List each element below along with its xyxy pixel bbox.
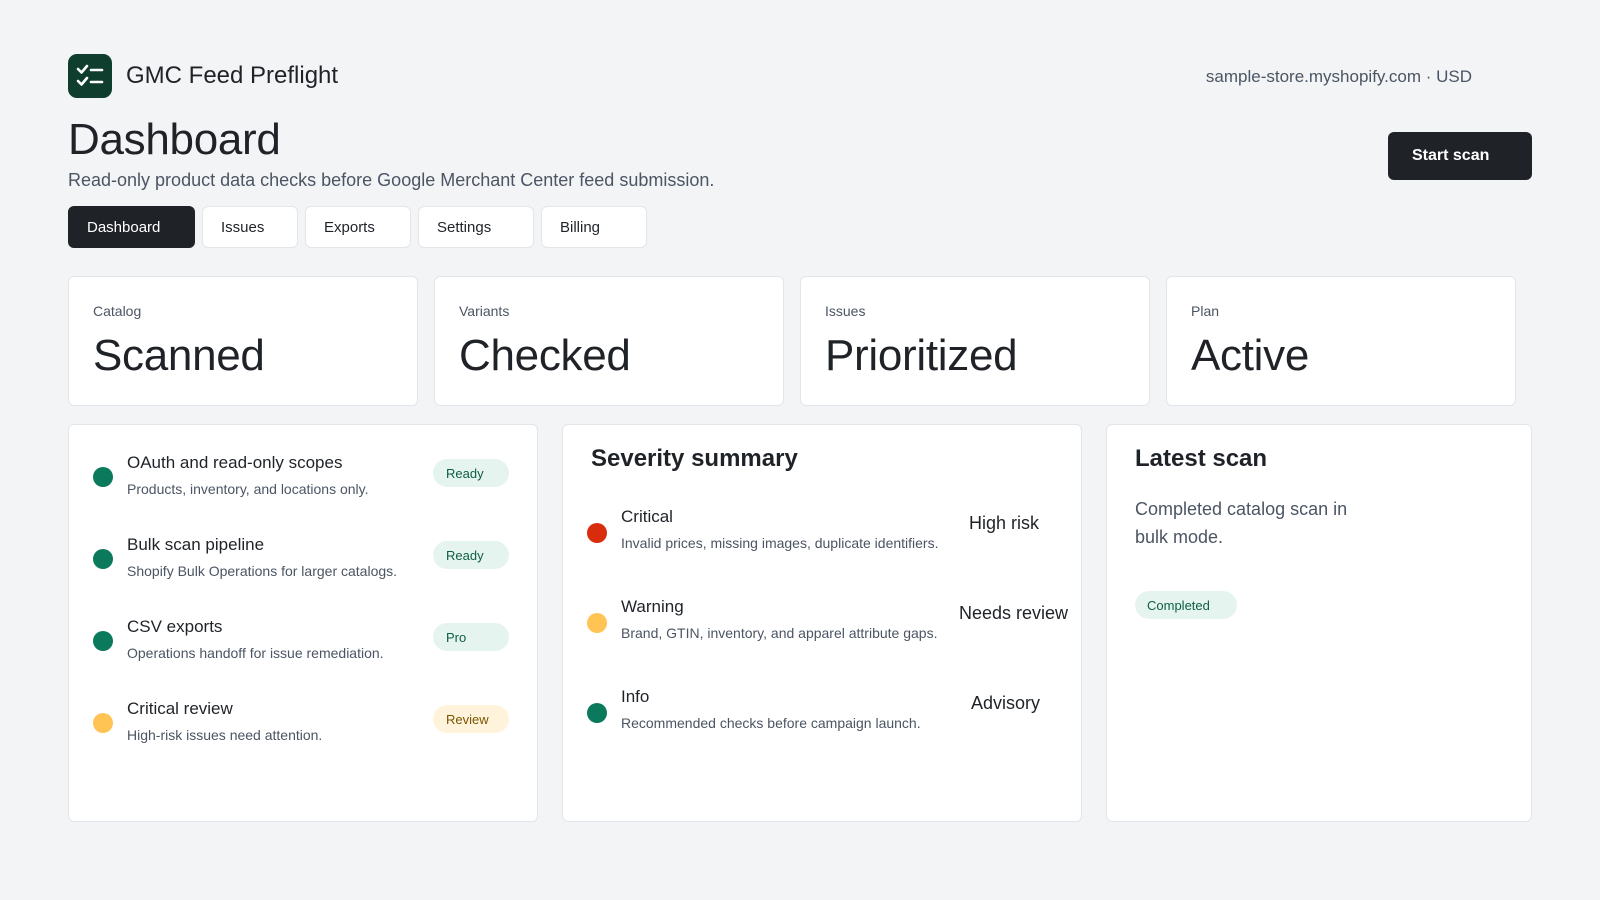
stat-label: Issues: [825, 303, 866, 319]
item-title: Warning: [621, 597, 684, 616]
item-description: Invalid prices, missing images, duplicat…: [621, 535, 939, 551]
status-badge: Ready: [433, 541, 509, 569]
stat-card-issues: Issues Prioritized: [800, 276, 1150, 406]
risk-label: Needs review: [959, 603, 1069, 623]
stat-label: Catalog: [93, 303, 142, 319]
item-title: OAuth and read-only scopes: [127, 453, 343, 472]
tab-dashboard[interactable]: Dashboard: [68, 206, 195, 248]
severity-summary-panel: Severity summary Critical Invalid prices…: [562, 424, 1082, 822]
risk-label: High risk: [969, 513, 1040, 533]
setup-checklist-panel: OAuth and read-only scopes Products, inv…: [68, 424, 538, 822]
list-item: Critical review High-risk issues need at…: [93, 699, 517, 759]
stats-row: Catalog Scanned Variants Checked Issues …: [68, 276, 1516, 406]
stat-value: Active: [1191, 331, 1310, 380]
item-title: Critical: [621, 507, 673, 526]
start-scan-button[interactable]: Start scan: [1388, 132, 1532, 180]
severity-row: Info Recommended checks before campaign …: [587, 687, 1067, 747]
status-badge: Review: [433, 705, 509, 733]
item-title: Bulk scan pipeline: [127, 535, 265, 554]
stat-card-plan: Plan Active: [1166, 276, 1516, 406]
page-title: Dashboard: [68, 115, 281, 164]
stat-value: Prioritized: [825, 331, 1018, 380]
brand: GMC Feed Preflight: [68, 54, 338, 98]
severity-row: Critical Invalid prices, missing images,…: [587, 507, 1067, 567]
stat-label: Plan: [1191, 303, 1220, 319]
item-title: Critical review: [127, 699, 233, 718]
tab-issues[interactable]: Issues: [202, 206, 298, 248]
stat-value: Scanned: [93, 331, 265, 380]
list-item: OAuth and read-only scopes Products, inv…: [93, 453, 517, 513]
tab-bar: Dashboard Issues Exports Settings Billin…: [68, 206, 647, 248]
status-dot: [93, 713, 113, 733]
status-badge: Ready: [433, 459, 509, 487]
item-description: Products, inventory, and locations only.: [127, 481, 369, 497]
stat-card-catalog: Catalog Scanned: [68, 276, 418, 406]
item-description: Brand, GTIN, inventory, and apparel attr…: [621, 625, 938, 641]
app-name: GMC Feed Preflight: [126, 62, 339, 89]
item-description: Operations handoff for issue remediation…: [127, 645, 384, 661]
severity-row: Warning Brand, GTIN, inventory, and appa…: [587, 597, 1069, 657]
status-dot: [587, 613, 607, 633]
page-subtitle: Read-only product data checks before Goo…: [68, 170, 715, 190]
list-item: Bulk scan pipeline Shopify Bulk Operatio…: [93, 535, 517, 595]
item-description: Shopify Bulk Operations for larger catal…: [127, 563, 398, 579]
tab-exports[interactable]: Exports: [305, 206, 411, 248]
status-dot: [587, 703, 607, 723]
tab-billing[interactable]: Billing: [541, 206, 647, 248]
item-title: CSV exports: [127, 617, 223, 636]
latest-scan-panel: Latest scan Completed catalog scan in bu…: [1106, 424, 1532, 822]
item-title: Info: [621, 687, 650, 706]
status-dot: [93, 467, 113, 487]
stat-card-variants: Variants Checked: [434, 276, 784, 406]
stat-label: Variants: [459, 303, 510, 319]
latest-scan-text: Completed catalog scan in bulk mode.: [1135, 499, 1348, 547]
list-item: CSV exports Operations handoff for issue…: [93, 617, 517, 677]
status-badge: Completed: [1135, 591, 1237, 619]
status-badge: Pro: [433, 623, 509, 651]
status-dot: [587, 523, 607, 543]
app-shell: GMC Feed Preflight sample-store.myshopif…: [68, 0, 1532, 900]
panel-heading: Severity summary: [591, 445, 798, 472]
risk-label: Advisory: [971, 693, 1041, 713]
store-info: sample-store.myshopify.com · USD: [1205, 67, 1472, 86]
panel-heading: Latest scan: [1135, 445, 1268, 472]
checklist-icon: [68, 54, 112, 98]
tab-settings[interactable]: Settings: [418, 206, 534, 248]
status-dot: [93, 631, 113, 651]
item-description: High-risk issues need attention.: [127, 727, 323, 743]
status-dot: [93, 549, 113, 569]
item-description: Recommended checks before campaign launc…: [621, 715, 921, 731]
stat-value: Checked: [459, 331, 631, 380]
